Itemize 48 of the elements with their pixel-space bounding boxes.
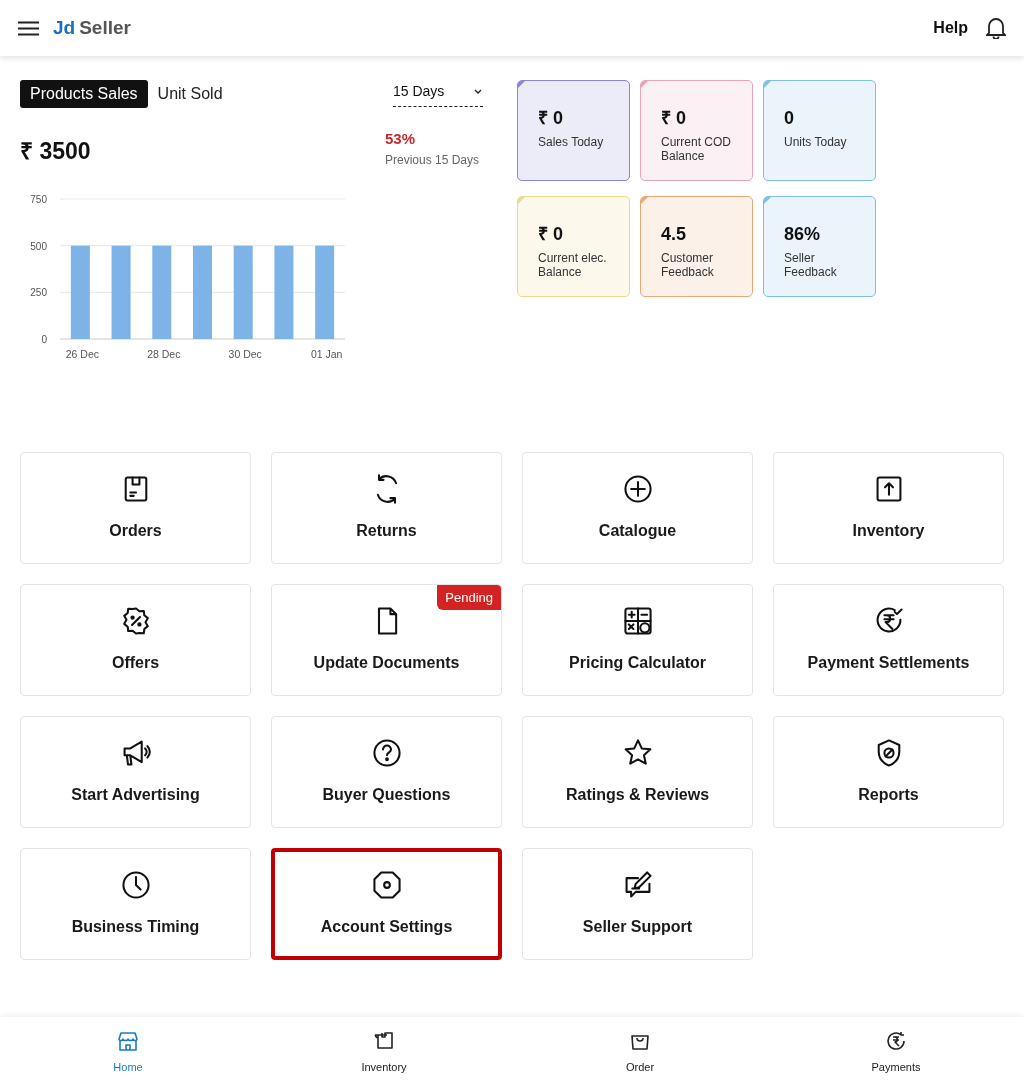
menu-tile[interactable]: Catalogue: [522, 452, 753, 564]
stat-value: ₹ 0: [661, 107, 687, 129]
menu-tile[interactable]: Account Settings: [271, 848, 502, 960]
nav-item[interactable]: Order: [512, 1017, 768, 1087]
logo-text: Seller: [79, 15, 131, 40]
stat-value: 4.5: [661, 223, 688, 245]
menu-tile[interactable]: Buyer Questions: [271, 716, 502, 828]
stat-label: Units Today: [784, 135, 848, 149]
chart-tab[interactable]: Unit Sold: [147, 80, 233, 108]
menu-tile[interactable]: Start Advertising: [20, 716, 251, 828]
menu-tile[interactable]: Pricing Calculator: [522, 584, 753, 696]
menu-tile[interactable]: Reports: [773, 716, 1004, 828]
menu-tile[interactable]: Inventory: [773, 452, 1004, 564]
stat-value: 86%: [784, 223, 822, 245]
axis-tick-label: 01 Jan: [310, 347, 343, 360]
axis-tick-label: 750: [30, 193, 47, 205]
menu-tile[interactable]: Seller Support: [522, 848, 753, 960]
axis-tick-label: 0: [41, 333, 47, 345]
nav-item[interactable]: Home: [0, 1017, 256, 1087]
menu-tile[interactable]: Offers: [20, 584, 251, 696]
help-link[interactable]: Help: [933, 16, 968, 40]
axis-tick-label: 28 Dec: [147, 347, 181, 360]
stat-value: ₹ 0: [538, 223, 564, 245]
menu-tile[interactable]: Returns: [271, 452, 502, 564]
axis-tick-label: 500: [30, 240, 47, 252]
nav-item[interactable]: Inventory: [256, 1017, 512, 1087]
stat-label: Sales Today: [538, 135, 605, 149]
menu-tile[interactable]: Ratings & Reviews: [522, 716, 753, 828]
menu-tile[interactable]: Payment Settlements: [773, 584, 1004, 696]
stat-label: Current elec. Balance: [538, 251, 608, 279]
period-dropdown[interactable]: 15 Days: [393, 81, 483, 107]
stat-value: ₹ 0: [538, 107, 564, 129]
axis-tick-label: 250: [30, 286, 47, 298]
stat-label: Seller Feedback: [784, 251, 838, 279]
menu-tile[interactable]: Business Timing: [20, 848, 251, 960]
chart-tab[interactable]: Products Sales: [20, 80, 148, 108]
menu-tile[interactable]: Orders: [20, 452, 251, 564]
axis-tick-label: 26 Dec: [65, 347, 99, 360]
change-caption: Previous 15 Days: [384, 151, 479, 169]
stat-value: 0: [784, 107, 795, 129]
change-percent: 53%: [384, 129, 416, 149]
nav-item[interactable]: Payments: [768, 1017, 1024, 1087]
stat-label: Current COD Balance: [661, 135, 732, 163]
pending-badge: Pending: [437, 585, 501, 610]
stat-label: Customer Feedback: [661, 251, 715, 279]
axis-tick-label: 30 Dec: [228, 347, 262, 360]
sales-total: ₹ 3500: [20, 137, 91, 166]
logo-mark: Jd: [53, 15, 76, 40]
